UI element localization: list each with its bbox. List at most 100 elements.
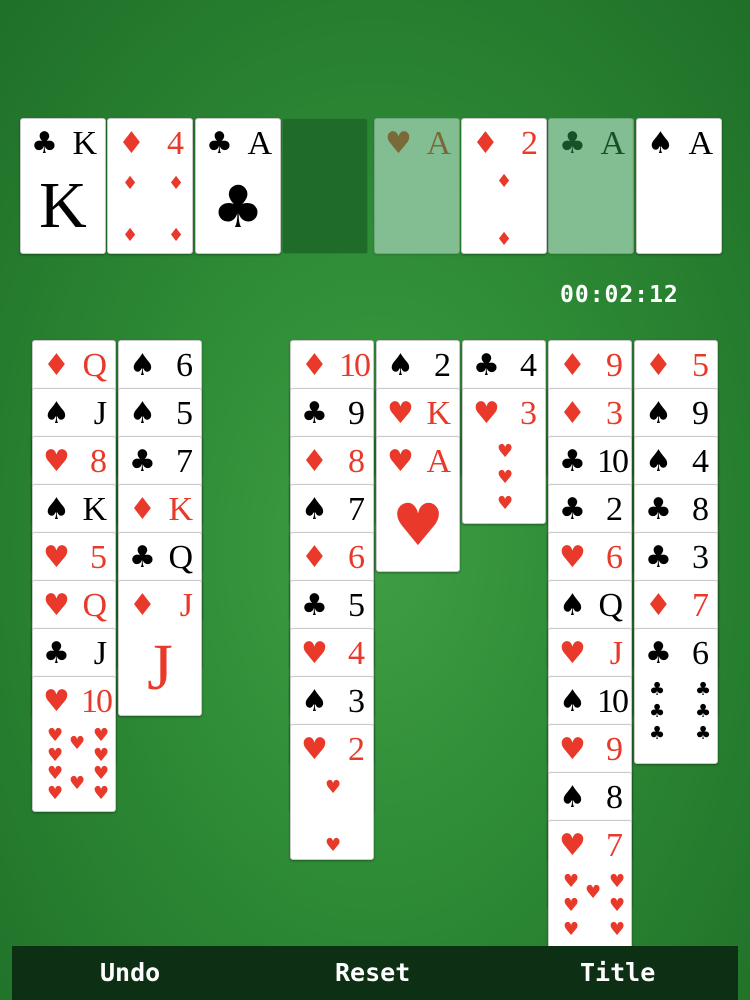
card-corner: ♠ A bbox=[637, 123, 721, 163]
card-6-of-clubs[interactable]: ♣ 6 ♣ ♣ ♣ ♣ ♣ ♣ bbox=[634, 628, 718, 764]
card-rank: J bbox=[609, 635, 623, 672]
card-2-of-hearts[interactable]: ♥ 2 ♥ ♥ bbox=[290, 724, 374, 860]
diamond-icon: ♦ bbox=[301, 348, 328, 383]
card-rank: 7 bbox=[692, 587, 709, 624]
diamond-icon: ♦ bbox=[122, 225, 139, 246]
heart-icon: ♥ bbox=[609, 919, 626, 940]
card-7-of-hearts[interactable]: ♥ 7 ♥ ♥ ♥ ♥ ♥ ♥ ♥ bbox=[548, 820, 632, 956]
spade-icon: ♠ bbox=[301, 492, 328, 527]
card-rank: J bbox=[93, 635, 107, 672]
card-corner: ♠ 7 bbox=[291, 489, 373, 529]
heart-icon: ♥ bbox=[559, 732, 586, 767]
card-corner: ♦ 10 bbox=[291, 345, 373, 385]
heart-icon: ♥ bbox=[69, 733, 86, 754]
diamond-icon: ♦ bbox=[472, 126, 499, 161]
diamond-icon: ♦ bbox=[122, 173, 139, 194]
card-rank: 8 bbox=[348, 443, 365, 480]
card-rank: 3 bbox=[348, 683, 365, 720]
card-rank: 6 bbox=[606, 539, 623, 576]
spade-icon: ♠ bbox=[43, 396, 70, 431]
card-a-of-hearts[interactable]: ♥ A ♥ bbox=[376, 436, 460, 572]
card-rank: 4 bbox=[167, 125, 184, 162]
club-icon: ♣ bbox=[212, 173, 264, 241]
card-rank: K bbox=[426, 395, 451, 432]
card-rank: 3 bbox=[606, 395, 623, 432]
card-2-of-diamonds[interactable]: ♦ 2 ♦ ♦ bbox=[461, 118, 547, 254]
diamond-icon: ♦ bbox=[118, 126, 145, 161]
diamond-icon: ♦ bbox=[301, 444, 328, 479]
card-k-of-clubs[interactable]: ♣ K K bbox=[20, 118, 106, 254]
reset-button[interactable]: Reset bbox=[335, 946, 410, 1000]
card-rank: 9 bbox=[606, 731, 623, 768]
card-a-of-clubs[interactable]: ♣ A bbox=[548, 118, 634, 254]
card-corner: ♣ K bbox=[21, 123, 105, 163]
undo-button[interactable]: Undo bbox=[100, 946, 160, 1000]
card-a-of-spades[interactable]: ♠ A bbox=[636, 118, 722, 254]
heart-icon: ♥ bbox=[47, 725, 64, 746]
club-icon: ♣ bbox=[645, 492, 672, 527]
card-rank: 4 bbox=[520, 347, 537, 384]
card-corner: ♠ 9 bbox=[635, 393, 717, 433]
empty-free-cell[interactable] bbox=[282, 118, 368, 254]
club-icon: ♣ bbox=[206, 126, 233, 161]
card-rank: 10 bbox=[597, 443, 629, 480]
club-icon: ♣ bbox=[473, 348, 500, 383]
card-rank: 8 bbox=[606, 779, 623, 816]
card-rank: A bbox=[247, 125, 272, 162]
card-corner: ♣ 3 bbox=[635, 537, 717, 577]
card-a-of-hearts[interactable]: ♥ A bbox=[374, 118, 460, 254]
card-corner: ♣ 10 bbox=[549, 441, 631, 481]
diamond-icon: ♦ bbox=[168, 225, 185, 246]
card-rank: 8 bbox=[90, 443, 107, 480]
card-rank: 10 bbox=[339, 347, 371, 384]
spade-icon: ♠ bbox=[387, 348, 414, 383]
card-3-of-hearts[interactable]: ♥ 3 ♥ ♥ ♥ bbox=[462, 388, 546, 524]
heart-icon: ♥ bbox=[609, 871, 626, 892]
heart-icon: ♥ bbox=[497, 441, 514, 462]
card-rank: 4 bbox=[348, 635, 365, 672]
title-button[interactable]: Title bbox=[580, 946, 655, 1000]
heart-icon: ♥ bbox=[497, 467, 514, 488]
card-rank: 3 bbox=[520, 395, 537, 432]
card-corner: ♦ 4 bbox=[108, 123, 192, 163]
card-rank: A bbox=[688, 125, 713, 162]
card-corner: ♥ 2 bbox=[291, 729, 373, 769]
card-rank: Q bbox=[598, 587, 623, 624]
heart-icon: ♥ bbox=[43, 588, 70, 623]
heart-icon: ♥ bbox=[47, 763, 64, 784]
card-a-of-clubs[interactable]: ♣ A ♣ bbox=[195, 118, 281, 254]
heart-icon: ♥ bbox=[43, 444, 70, 479]
card-corner: ♥ A bbox=[377, 441, 459, 481]
card-rank: K bbox=[72, 125, 97, 162]
heart-icon: ♥ bbox=[93, 783, 110, 804]
diamond-icon: ♦ bbox=[301, 540, 328, 575]
card-corner: ♥ 6 bbox=[549, 537, 631, 577]
heart-icon: ♥ bbox=[301, 732, 328, 767]
club-icon: ♣ bbox=[301, 588, 328, 623]
card-corner: ♦ K bbox=[119, 489, 201, 529]
spade-icon: ♠ bbox=[129, 348, 156, 383]
club-icon: ♣ bbox=[129, 540, 156, 575]
heart-icon: ♥ bbox=[392, 491, 444, 559]
card-rank: 10 bbox=[597, 683, 629, 720]
diamond-icon: ♦ bbox=[645, 588, 672, 623]
club-icon: ♣ bbox=[645, 636, 672, 671]
card-rank: 5 bbox=[90, 539, 107, 576]
club-icon: ♣ bbox=[43, 636, 70, 671]
heart-icon: ♥ bbox=[563, 895, 580, 916]
card-j-of-diamonds[interactable]: ♦ J J bbox=[118, 580, 202, 716]
card-corner: ♦ 5 bbox=[635, 345, 717, 385]
card-rank: 6 bbox=[348, 539, 365, 576]
card-corner: ♥ 7 bbox=[549, 825, 631, 865]
heart-icon: ♥ bbox=[563, 871, 580, 892]
card-rank: 6 bbox=[176, 347, 193, 384]
card-rank: K bbox=[168, 491, 193, 528]
heart-icon: ♥ bbox=[43, 684, 70, 719]
card-4-of-diamonds[interactable]: ♦ 4 ♦ ♦ ♦ ♦ bbox=[107, 118, 193, 254]
heart-icon: ♥ bbox=[497, 493, 514, 514]
card-corner: ♠ J bbox=[33, 393, 115, 433]
card-rank: 9 bbox=[606, 347, 623, 384]
card-10-of-hearts[interactable]: ♥ 10 ♥ ♥ ♥ ♥ ♥ ♥ ♥ ♥ ♥ ♥ bbox=[32, 676, 116, 812]
card-rank: 2 bbox=[348, 731, 365, 768]
heart-icon: ♥ bbox=[559, 828, 586, 863]
